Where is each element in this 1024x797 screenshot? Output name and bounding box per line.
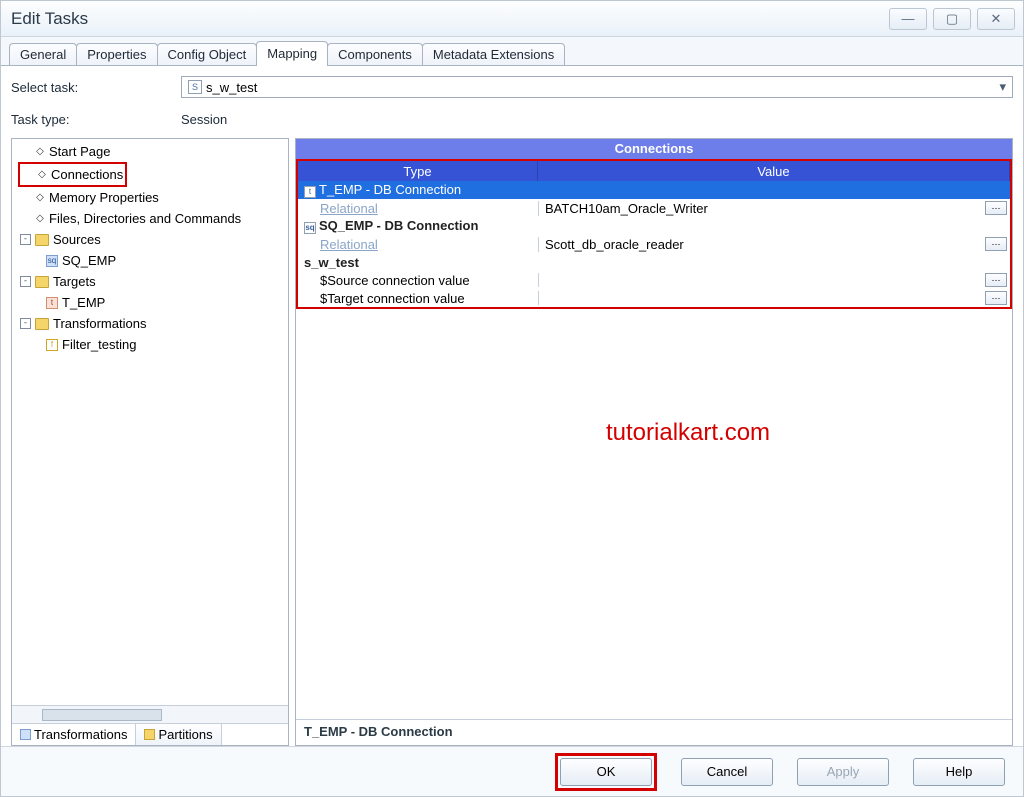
collapse-icon[interactable]: - xyxy=(20,234,31,245)
tree-horizontal-scrollbar[interactable] xyxy=(12,705,288,723)
row-sq-emp-db-connection[interactable]: sqSQ_EMP - DB Connection xyxy=(298,217,1010,235)
titlebar: Edit Tasks — ▢ ✕ xyxy=(1,1,1023,37)
row-t-emp-relational[interactable]: Relational BATCH10am_Oracle_Writer ⋯ xyxy=(298,199,1010,217)
tree-t-emp[interactable]: t T_EMP xyxy=(44,292,288,313)
scrollbar-thumb[interactable] xyxy=(42,709,162,721)
window-title: Edit Tasks xyxy=(9,9,889,29)
connections-body: tT_EMP - DB Connection Relational BATCH1… xyxy=(298,181,1010,307)
cancel-button[interactable]: Cancel xyxy=(681,758,773,786)
browse-button[interactable]: ⋯ xyxy=(985,201,1007,215)
folder-icon xyxy=(35,318,49,330)
tree-sq-emp[interactable]: sq SQ_EMP xyxy=(44,250,288,271)
target-icon: t xyxy=(304,186,316,198)
content-area: Select task: S s_w_test Task type: Sessi… xyxy=(1,65,1023,746)
row-target-connection-value[interactable]: $Target connection value ⋯ xyxy=(298,289,1010,307)
apply-button: Apply xyxy=(797,758,889,786)
filter-icon: f xyxy=(46,339,58,351)
tree-start-page[interactable]: ◇ Start Page xyxy=(18,141,288,162)
column-value: Value xyxy=(538,161,1010,181)
row-s-w-test[interactable]: s_w_test xyxy=(298,253,1010,271)
diamond-icon: ◇ xyxy=(35,146,45,157)
connections-title: Connections xyxy=(296,139,1012,159)
help-button[interactable]: Help xyxy=(913,758,1005,786)
connections-header: Type Value xyxy=(298,161,1010,181)
source-qualifier-icon: sq xyxy=(46,255,58,267)
diamond-icon: ◇ xyxy=(35,192,45,203)
ok-highlight: OK xyxy=(555,753,657,791)
status-bar: T_EMP - DB Connection xyxy=(296,719,1012,745)
tab-config-object[interactable]: Config Object xyxy=(157,43,258,65)
tree-transformations[interactable]: - Transformations xyxy=(18,313,288,334)
connections-highlight: ◇ Connections xyxy=(18,162,127,187)
connections-pane: Connections Type Value tT_EMP - DB Conne… xyxy=(295,138,1013,746)
tab-general[interactable]: General xyxy=(9,43,77,65)
folder-icon xyxy=(35,276,49,288)
browse-button[interactable]: ⋯ xyxy=(985,237,1007,251)
dialog-button-bar: OK Cancel Apply Help xyxy=(1,746,1023,796)
folder-icon xyxy=(35,234,49,246)
tab-mapping[interactable]: Mapping xyxy=(256,41,328,66)
column-type: Type xyxy=(298,161,538,181)
tab-components[interactable]: Components xyxy=(327,43,423,65)
left-tree-pane: ◇ Start Page ◇ Connections xyxy=(11,138,289,746)
tree-files-directories-commands[interactable]: ◇ Files, Directories and Commands xyxy=(18,208,288,229)
tree-memory-properties[interactable]: ◇ Memory Properties xyxy=(18,187,288,208)
maximize-button[interactable]: ▢ xyxy=(933,8,971,30)
select-task-value: s_w_test xyxy=(206,80,257,95)
diamond-icon: ◇ xyxy=(37,169,47,180)
bottom-tab-partitions[interactable]: Partitions xyxy=(136,724,221,745)
tree-bottom-tabs: Transformations Partitions xyxy=(12,723,288,745)
minimize-button[interactable]: — xyxy=(889,8,927,30)
source-qualifier-icon: sq xyxy=(304,222,316,234)
window-buttons: — ▢ ✕ xyxy=(889,8,1015,30)
select-task-label: Select task: xyxy=(11,80,181,95)
ok-button[interactable]: OK xyxy=(560,758,652,786)
tree-filter-testing[interactable]: f Filter_testing xyxy=(44,334,288,355)
select-task-dropdown[interactable]: S s_w_test xyxy=(181,76,1013,98)
browse-button[interactable]: ⋯ xyxy=(985,291,1007,305)
row-source-connection-value[interactable]: $Source connection value ⋯ xyxy=(298,271,1010,289)
connections-grid-highlight: Type Value tT_EMP - DB Connection Relati… xyxy=(296,159,1012,309)
row-t-emp-db-connection[interactable]: tT_EMP - DB Connection xyxy=(298,181,1010,199)
split-container: ◇ Start Page ◇ Connections xyxy=(11,138,1013,746)
collapse-icon[interactable]: - xyxy=(20,276,31,287)
target-icon: t xyxy=(46,297,58,309)
task-type-label: Task type: xyxy=(11,112,181,127)
task-type-row: Task type: Session xyxy=(11,106,1013,132)
tab-metadata-extensions[interactable]: Metadata Extensions xyxy=(422,43,565,65)
collapse-icon[interactable]: - xyxy=(20,318,31,329)
session-icon: S xyxy=(188,80,202,94)
sq-emp-value: Scott_db_oracle_reader xyxy=(545,237,684,252)
close-button[interactable]: ✕ xyxy=(977,8,1015,30)
diamond-icon: ◇ xyxy=(35,213,45,224)
partitions-icon xyxy=(144,729,155,740)
row-sq-emp-relational[interactable]: Relational Scott_db_oracle_reader ⋯ xyxy=(298,235,1010,253)
task-type-value: Session xyxy=(181,112,227,127)
transformations-icon xyxy=(20,729,31,740)
tree-sources[interactable]: - Sources xyxy=(18,229,288,250)
main-tabstrip: General Properties Config Object Mapping… xyxy=(1,37,1023,65)
select-task-row: Select task: S s_w_test xyxy=(11,74,1013,100)
bottom-tab-transformations[interactable]: Transformations xyxy=(12,724,136,745)
browse-button[interactable]: ⋯ xyxy=(985,273,1007,287)
tab-properties[interactable]: Properties xyxy=(76,43,157,65)
mapping-tree: ◇ Start Page ◇ Connections xyxy=(12,139,288,705)
tree-targets[interactable]: - Targets xyxy=(18,271,288,292)
edit-tasks-window: Edit Tasks — ▢ ✕ General Properties Conf… xyxy=(0,0,1024,797)
t-emp-value: BATCH10am_Oracle_Writer xyxy=(545,201,708,216)
tree-connections[interactable]: ◇ Connections xyxy=(20,164,125,185)
